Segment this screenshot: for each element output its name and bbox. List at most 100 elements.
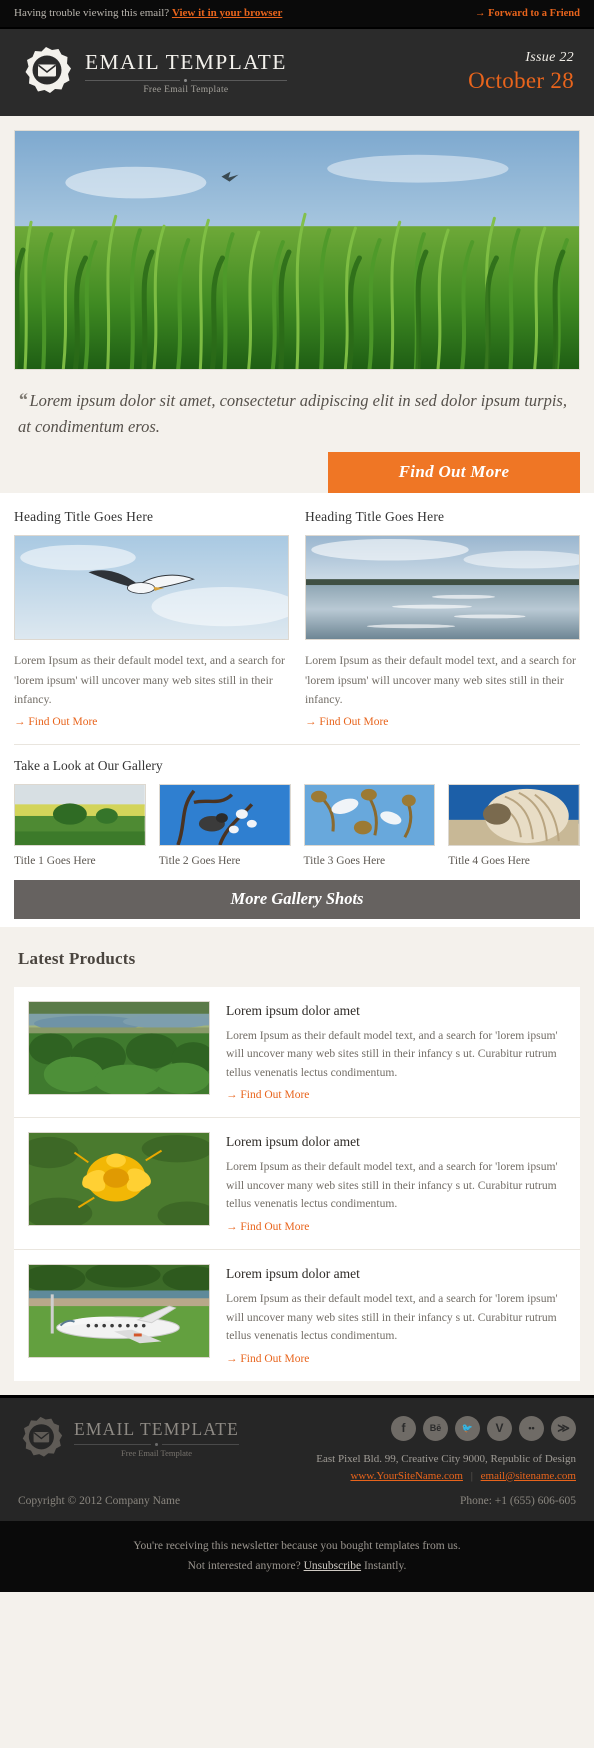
- gallery-image-shell: [448, 783, 580, 846]
- envelope-badge-icon: [20, 46, 72, 98]
- brand-title: EMAIL TEMPLATE: [85, 50, 287, 75]
- column-heading: Heading Title Goes Here: [305, 509, 445, 525]
- footer-brand-title: EMAIL TEMPLATE: [74, 1418, 240, 1439]
- subfooter-line-2: Not interested anymore? Unsubscribe Inst…: [10, 1556, 584, 1576]
- issue-date: October 28: [468, 68, 574, 93]
- subfooter-bar: You're receiving this newsletter because…: [0, 1520, 594, 1592]
- twitter-icon[interactable]: 🐦: [455, 1415, 480, 1441]
- footer-brand-block: EMAIL TEMPLATE Free Email Template: [18, 1416, 240, 1461]
- trouble-label: Having trouble viewing this email?: [14, 7, 170, 19]
- gallery-image-seed-pods: [303, 783, 436, 846]
- phone-text: Phone: +1 (655) 606-605: [459, 1494, 576, 1507]
- latest-products-section: Latest Products Lorem ipsum dolor amet L…: [0, 926, 594, 1395]
- gallery-item[interactable]: Title 2 Goes Here: [158, 783, 291, 867]
- hero-section: “Lorem ipsum dolor sit amet, consectetur…: [0, 116, 594, 494]
- product-image-lagoon: [28, 1000, 210, 1095]
- view-in-browser-link[interactable]: View it in your browser: [172, 7, 282, 19]
- product-row[interactable]: Lorem ipsum dolor amet Lorem Ipsum as th…: [14, 987, 580, 1119]
- footer-contact-block: f Bē 🐦 V •• ≫ East Pixel Bld. 99, Creati…: [316, 1415, 576, 1482]
- flickr-icon[interactable]: ••: [519, 1415, 544, 1441]
- product-title: Lorem ipsum dolor amet: [226, 1266, 360, 1281]
- quote-mark-icon: “: [18, 390, 28, 411]
- column-text: Lorem Ipsum as their default model text,…: [14, 653, 285, 706]
- product-row[interactable]: Lorem ipsum dolor amet Lorem Ipsum as th…: [14, 1250, 580, 1381]
- hero-quote-text: Lorem ipsum dolor sit amet, consectetur …: [18, 391, 567, 436]
- gallery-image-bird-branch: [158, 783, 291, 846]
- product-body: Lorem ipsum dolor amet Lorem Ipsum as th…: [226, 1264, 566, 1367]
- column-text: Lorem Ipsum as their default model text,…: [305, 653, 576, 706]
- footer-bottom-row: Copyright © 2012 Company Name Phone: +1 …: [18, 1495, 576, 1507]
- gallery-item[interactable]: Title 1 Goes Here: [14, 783, 146, 867]
- product-image-dandelion: [28, 1132, 210, 1227]
- hero-quote: “Lorem ipsum dolor sit amet, consectetur…: [18, 388, 576, 438]
- column-find-out-more-link[interactable]: → Find Out More: [14, 716, 97, 728]
- behance-icon[interactable]: Bē: [423, 1415, 448, 1441]
- gallery-item-title: Title 1 Goes Here: [14, 854, 96, 867]
- content-card: Heading Title Goes Here Lorem Ipsum as t…: [0, 493, 594, 927]
- email-header: EMAIL TEMPLATE Free Email Template Issue…: [0, 27, 594, 116]
- two-column-section: Heading Title Goes Here Lorem Ipsum as t…: [14, 509, 580, 729]
- column-find-out-more-link[interactable]: → Find Out More: [305, 716, 388, 728]
- gallery-thumbnails: Title 1 Goes Here Title 2 Goes Here Titl…: [14, 783, 580, 867]
- vimeo-icon[interactable]: V: [487, 1415, 512, 1441]
- unsubscribe-suffix: Instantly.: [361, 1559, 407, 1572]
- product-find-out-more-link[interactable]: → Find Out More: [226, 1221, 309, 1233]
- footer-links: www.YourSiteName.com | email@sitename.co…: [316, 1470, 576, 1482]
- social-icons: f Bē 🐦 V •• ≫: [316, 1415, 576, 1441]
- product-find-out-more-link[interactable]: → Find Out More: [226, 1353, 309, 1365]
- product-find-out-more-link[interactable]: → Find Out More: [226, 1089, 309, 1101]
- product-description: Lorem Ipsum as their default model text,…: [226, 1292, 558, 1343]
- brand-divider: [85, 78, 287, 82]
- footer-brand-subtitle: Free Email Template: [121, 1447, 193, 1458]
- gallery-item[interactable]: Title 3 Goes Here: [303, 783, 436, 867]
- brand-text-block: EMAIL TEMPLATE Free Email Template: [85, 49, 287, 95]
- gallery-item-title: Title 2 Goes Here: [158, 854, 241, 867]
- more-gallery-shots-button[interactable]: More Gallery Shots: [14, 879, 580, 919]
- section-divider: [14, 743, 580, 745]
- copyright-text: Copyright © 2012 Company Name: [18, 1494, 181, 1507]
- unsubscribe-prefix: Not interested anymore?: [187, 1559, 304, 1572]
- footer-brand-text: EMAIL TEMPLATE Free Email Template: [74, 1418, 240, 1458]
- quote-block: “Lorem ipsum dolor sit amet, consectetur…: [14, 370, 580, 444]
- column-left: Heading Title Goes Here Lorem Ipsum as t…: [14, 509, 289, 729]
- footer-brand-divider: [74, 1442, 240, 1446]
- column-heading: Heading Title Goes Here: [14, 509, 154, 525]
- website-link[interactable]: www.YourSiteName.com: [350, 1470, 462, 1482]
- unsubscribe-link[interactable]: Unsubscribe: [304, 1560, 362, 1572]
- find-out-more-button[interactable]: Find Out More: [328, 452, 580, 494]
- footer-envelope-badge-icon: [18, 1416, 63, 1461]
- link-separator: |: [470, 1469, 473, 1482]
- email-link[interactable]: email@sitename.com: [481, 1470, 576, 1482]
- product-description: Lorem Ipsum as their default model text,…: [226, 1160, 558, 1211]
- brand-block: EMAIL TEMPLATE Free Email Template: [20, 46, 287, 98]
- issue-number: Issue 22: [525, 50, 574, 65]
- product-body: Lorem ipsum dolor amet Lorem Ipsum as th…: [226, 1132, 566, 1235]
- latest-products-title-bar: Latest Products: [0, 926, 594, 987]
- preheader-bar: Having trouble viewing this email? View …: [0, 0, 594, 27]
- product-title: Lorem ipsum dolor amet: [226, 1134, 360, 1150]
- product-body: Lorem ipsum dolor amet Lorem Ipsum as th…: [226, 1001, 566, 1104]
- column-image-lake: [305, 535, 580, 641]
- footer-address: East Pixel Bld. 99, Creative City 9000, …: [316, 1452, 576, 1465]
- gallery-item-title: Title 3 Goes Here: [303, 854, 386, 867]
- product-description: Lorem Ipsum as their default model text,…: [226, 1028, 558, 1079]
- product-title: Lorem ipsum dolor amet: [226, 1002, 360, 1018]
- email-footer: EMAIL TEMPLATE Free Email Template f Bē …: [0, 1394, 594, 1521]
- facebook-icon[interactable]: f: [391, 1415, 416, 1441]
- hero-cta-row: Find Out More: [14, 444, 580, 494]
- gallery-heading: Take a Look at Our Gallery: [14, 757, 163, 773]
- rss-icon[interactable]: ≫: [551, 1415, 576, 1441]
- column-right: Heading Title Goes Here Lorem Ipsum as t…: [305, 509, 580, 729]
- forward-to-friend-link[interactable]: → Forward to a Friend: [475, 8, 580, 19]
- gallery-item-title: Title 4 Goes Here: [448, 854, 530, 867]
- preheader-trouble-text: Having trouble viewing this email? View …: [14, 7, 282, 19]
- subfooter-line-1: You're receiving this newsletter because…: [133, 1539, 461, 1552]
- product-image-airplane: [28, 1264, 210, 1358]
- gallery-item[interactable]: Title 4 Goes Here: [448, 783, 580, 867]
- product-row[interactable]: Lorem ipsum dolor amet Lorem Ipsum as th…: [14, 1118, 580, 1250]
- footer-top-row: EMAIL TEMPLATE Free Email Template f Bē …: [18, 1415, 576, 1482]
- brand-subtitle: Free Email Template: [143, 84, 229, 95]
- latest-products-title: Latest Products: [18, 948, 136, 968]
- product-list: Lorem ipsum dolor amet Lorem Ipsum as th…: [14, 986, 580, 1381]
- issue-block: Issue 22 October 28: [468, 50, 574, 94]
